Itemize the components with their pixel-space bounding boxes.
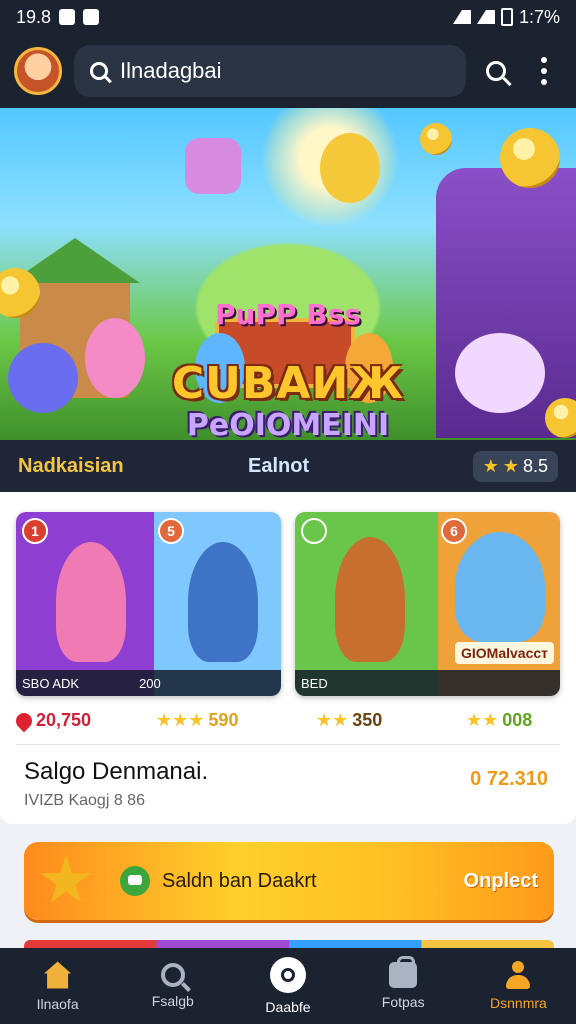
heart-icon <box>12 709 36 732</box>
card-strip: SBO ADK 200 <box>16 670 281 696</box>
price-3-value: 350 <box>352 710 383 730</box>
price-3: ★★ 350 <box>316 710 466 731</box>
magnifier-icon <box>486 61 506 81</box>
coin-icon <box>500 128 560 188</box>
game-card[interactable]: 1 5 SBO ADK 200 <box>16 512 281 696</box>
wifi-icon <box>452 10 471 24</box>
banner-cta-button[interactable]: Onplect <box>464 870 538 893</box>
nav-label: Daabfe <box>265 999 311 1015</box>
nav-label: Ilnaofa <box>36 996 79 1012</box>
battery-icon <box>500 8 513 26</box>
item-subtitle: IVIZB Kaogj 8 86 <box>24 792 145 809</box>
star-icon: ★ <box>502 455 519 476</box>
signal-icon <box>476 10 495 24</box>
search-input[interactable]: Ilnadagbai <box>74 45 466 97</box>
character-box <box>185 138 241 194</box>
status-bar: 19.8 1:7% <box>0 0 576 34</box>
avatar[interactable] <box>14 47 62 95</box>
chat-icon <box>120 866 150 896</box>
star-icon: ★★ <box>466 710 499 730</box>
status-right: 1:7% <box>452 6 560 28</box>
hero-subtitle: PeOIOMEINI <box>186 408 390 440</box>
notification-icon <box>59 9 76 25</box>
bottom-nav: Ilnaofa Fsalgb Daabfe Fotpas Dsnnmra <box>0 948 576 1024</box>
record-icon <box>270 957 306 993</box>
nav-home[interactable]: Ilnaofa <box>0 948 115 1024</box>
price-row: 20,750 ★★★ 590 ★★ 350 ★★ 008 <box>12 709 560 732</box>
character-sun <box>320 133 380 203</box>
star-icon: ★★★ <box>156 710 205 730</box>
search-icon <box>160 963 185 987</box>
app-notification-icon <box>83 9 100 25</box>
nav-label: Fotpas <box>381 994 425 1010</box>
hero-info-bar: Nadkaisian Ealnot ★ ★ 8.5 <box>0 440 576 492</box>
hero-title: CUBAИЖ <box>171 358 405 409</box>
nav-label: Dsnnmra <box>490 995 547 1011</box>
star-icon: ★★ <box>316 710 349 730</box>
star-icon: ★ <box>482 455 499 476</box>
hero-bar-mid[interactable]: Ealnot <box>248 455 473 478</box>
more-menu-button[interactable] <box>526 53 562 89</box>
rank-badge: 5 <box>158 518 184 544</box>
game-card[interactable]: 6 GIOMalvaccт BED <box>295 512 560 696</box>
divider <box>16 744 560 745</box>
price-1-value: 20,750 <box>36 710 92 730</box>
rank-badge: 6 <box>441 518 467 544</box>
character-adventurer <box>335 537 405 662</box>
game-cards: 1 5 SBO ADK 200 6 GIOMalvaccт BED <box>16 512 560 696</box>
nav-label: Fsalgb <box>151 993 194 1009</box>
featured-section: 1 5 SBO ADK 200 6 GIOMalvaccт BED 20,750 <box>0 492 576 824</box>
price-1: 20,750 <box>12 709 156 732</box>
item-price: 0 72.310 <box>470 768 548 790</box>
rating-badge: ★ ★ 8.5 <box>472 450 558 482</box>
status-left: 19.8 <box>16 6 100 28</box>
card-name-tag: GIOMalvaccт <box>454 642 554 664</box>
status-time: 19.8 <box>16 6 52 27</box>
user-icon <box>504 961 532 989</box>
price-4: ★★ 008 <box>466 710 532 731</box>
search-text: Ilnadagbai <box>120 58 222 83</box>
star-icon <box>41 855 91 903</box>
card-strip: BED <box>295 670 560 696</box>
price-2-value: 590 <box>208 710 239 730</box>
hero-banner[interactable]: PuPP Bss CUBAИЖ PeOIOMEINI <box>0 108 576 440</box>
banner-text: Saldn ban Daakrt <box>162 869 317 892</box>
home-icon <box>44 961 72 989</box>
item-info[interactable]: Salgo Denmanai. IVIZB Kaogj 8 86 0 72.31… <box>24 758 554 810</box>
price-2: ★★★ 590 <box>156 710 316 731</box>
nav-shop[interactable]: Fotpas <box>346 948 461 1024</box>
search-icon <box>90 62 108 80</box>
app-header: Ilnadagbai <box>0 34 576 108</box>
nav-profile[interactable]: Dsnnmra <box>461 948 576 1024</box>
bag-icon <box>389 956 418 988</box>
rating-value: 8.5 <box>522 455 548 476</box>
card-strip-left: SBO ADK <box>22 675 80 691</box>
price-4-value: 008 <box>502 710 533 730</box>
card-strip-right: 200 <box>139 675 161 691</box>
search-button[interactable] <box>478 53 514 89</box>
kebab-icon <box>541 57 547 85</box>
battery-text: 1:7% <box>518 6 560 27</box>
nav-search[interactable]: Fsalgb <box>115 948 230 1024</box>
nav-center[interactable]: Daabfe <box>230 948 345 1024</box>
hero-small-title: PuPP Bss <box>215 298 361 331</box>
coin-icon <box>420 123 452 155</box>
character-fox <box>455 532 545 642</box>
rank-badge: 1 <box>22 518 48 544</box>
promo-banner[interactable]: Saldn ban Daakrt Onplect <box>24 842 554 920</box>
card-strip-left: BED <box>301 675 328 691</box>
rank-badge <box>301 518 327 544</box>
hero-bar-left[interactable]: Nadkaisian <box>18 455 248 478</box>
character-boy <box>188 542 258 662</box>
character-fairy <box>56 542 126 662</box>
